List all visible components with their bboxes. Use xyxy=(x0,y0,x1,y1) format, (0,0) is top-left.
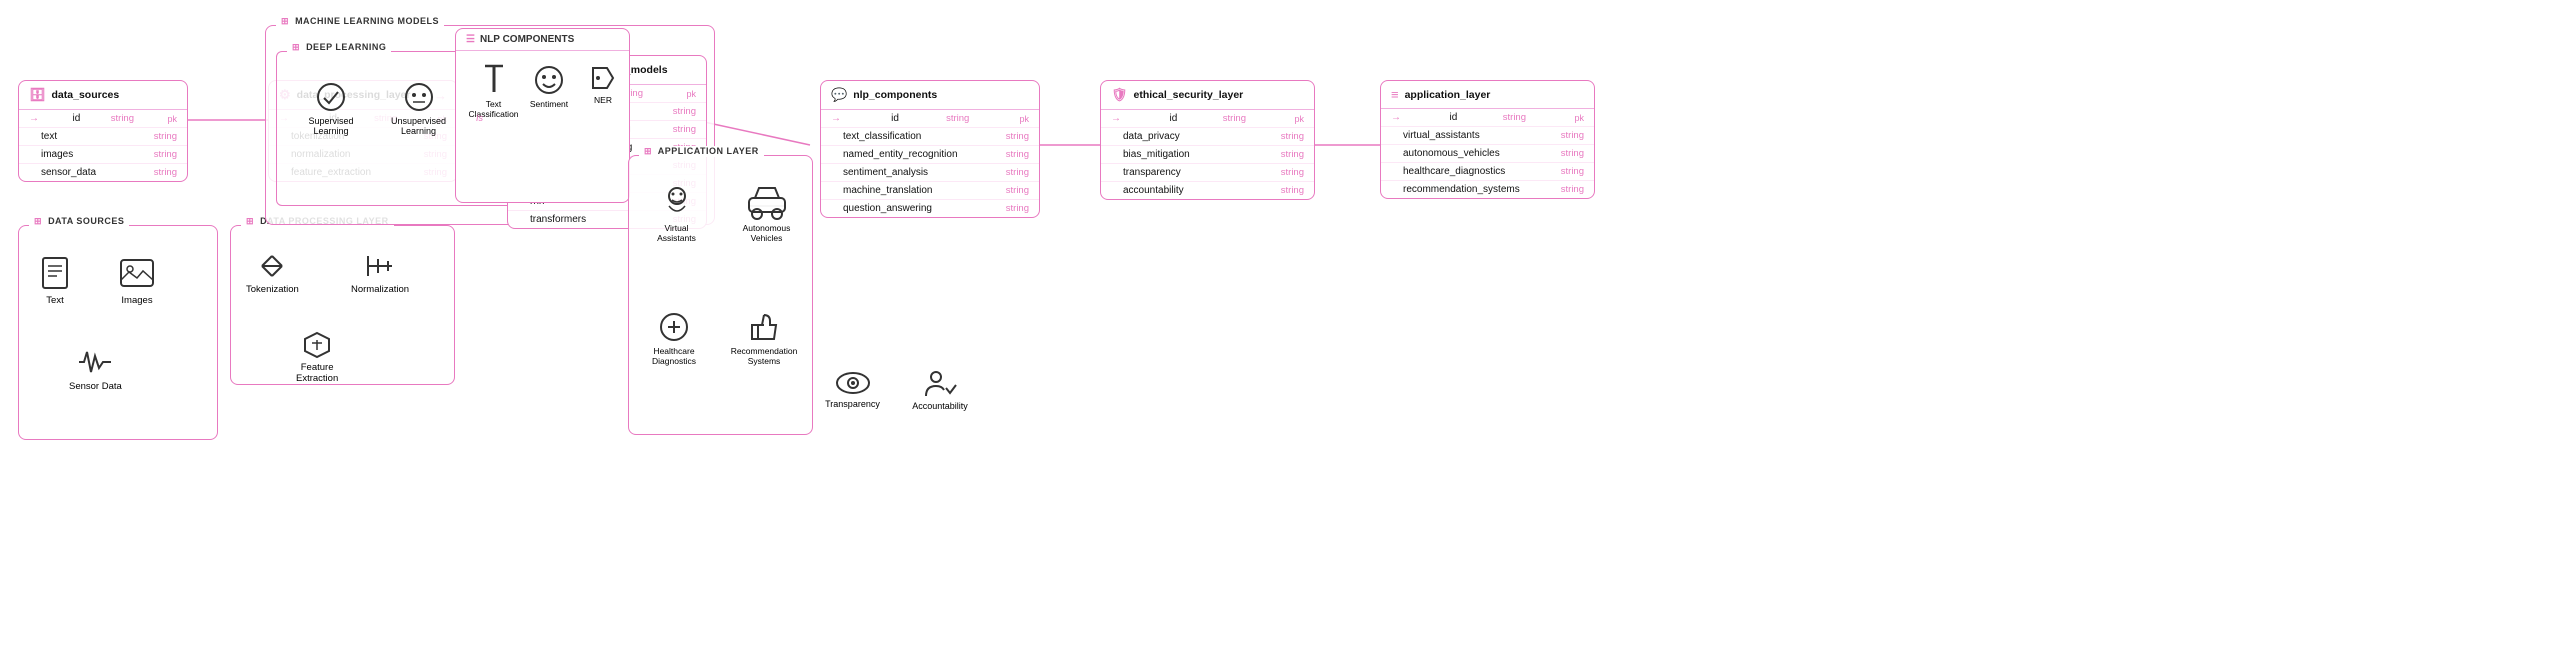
ner-label: NER xyxy=(594,95,612,105)
nlp-field-text-classification: text_classification string xyxy=(821,128,1039,146)
ml-models-group-label: ⊞ MACHINE LEARNING MODELS xyxy=(276,16,444,27)
ethical-field-data-privacy: data_privacy string xyxy=(1101,128,1314,146)
text-icon xyxy=(39,256,71,292)
field-sensor-data: sensor_data string xyxy=(19,164,187,181)
images-node: Images xyxy=(119,256,155,306)
nlp-header-icon: ☰ xyxy=(466,34,475,45)
text-label: Text xyxy=(46,295,63,306)
accountability-node: Accountability xyxy=(905,370,975,411)
recommendation-label: Recommendation Systems xyxy=(731,346,798,366)
text-classification-node: Text Classification xyxy=(466,64,521,119)
field-text: text string xyxy=(19,128,187,146)
normalization-icon xyxy=(363,251,397,281)
sentiment-label: Sentiment xyxy=(530,99,568,109)
datasources-db-card: 🗄 data_sources → id string pk text strin… xyxy=(18,80,188,182)
is-label: Is xyxy=(476,113,483,123)
text-classification-icon xyxy=(480,64,508,96)
tokenization-icon xyxy=(255,251,289,281)
healthcare-label: Healthcare Diagnostics xyxy=(652,346,696,366)
accountability-icon xyxy=(922,370,958,398)
feature-extraction-node: Feature Extraction xyxy=(296,331,338,384)
application-db-card: ≡ application_layer → id string pk virtu… xyxy=(1380,80,1595,199)
datasources-icon: 🗄 xyxy=(29,87,46,103)
data-processing-visual-group: ⊞ DATA PROCESSING LAYER Tokenization xyxy=(230,225,455,385)
data-sources-visual-group: ⊞ DATA SOURCES Text Images xyxy=(18,225,218,440)
application-layer-visual-label: ⊞ APPLICATION LAYER xyxy=(639,146,764,157)
images-label: Images xyxy=(121,295,152,306)
virtual-assistants-icon xyxy=(659,184,695,220)
tokenization-label: Tokenization xyxy=(246,284,299,295)
recommendation-icon xyxy=(748,311,780,343)
normalization-label: Normalization xyxy=(351,284,409,295)
text-node: Text xyxy=(39,256,71,306)
app-field-virtual-assistants: virtual_assistants string xyxy=(1381,127,1594,145)
app-field-healthcare: healthcare_diagnostics string xyxy=(1381,163,1594,181)
autonomous-vehicles-node: Autonomous Vehicles xyxy=(729,184,804,243)
sensor-icon xyxy=(77,346,113,378)
ethical-field-transparency: transparency string xyxy=(1101,164,1314,182)
field-images: images string xyxy=(19,146,187,164)
unsupervised-icon xyxy=(403,81,435,113)
transparency-label: Transparency xyxy=(825,399,880,409)
autonomous-vehicles-icon xyxy=(745,184,789,220)
nlp-field-qa: question_answering string xyxy=(821,200,1039,217)
nlp-field-translation: machine_translation string xyxy=(821,182,1039,200)
nlp-db-header: 💬 nlp_components xyxy=(821,81,1039,110)
normalization-node: Normalization xyxy=(351,251,409,295)
autonomous-vehicles-label: Autonomous Vehicles xyxy=(743,223,791,243)
application-header: ≡ application_layer xyxy=(1381,81,1594,109)
unsupervised-learning-node: Unsupervised Learning xyxy=(381,81,456,136)
sensor-data-node: Sensor Data xyxy=(69,346,122,392)
app-field-recommendation: recommendation_systems string xyxy=(1381,181,1594,198)
nlp-field-id: → id string pk xyxy=(821,110,1039,128)
ethical-header: 🛡 ethical_security_layer xyxy=(1101,81,1314,110)
nlp-db-card: 💬 nlp_components → id string pk text_cla… xyxy=(820,80,1040,218)
nlp-header: ☰ NLP COMPONENTS xyxy=(456,29,629,51)
supervised-icon xyxy=(315,81,347,113)
ethical-db-card: 🛡 ethical_security_layer → id string pk … xyxy=(1100,80,1315,200)
data-sources-group-label: ⊞ DATA SOURCES xyxy=(29,216,129,227)
healthcare-diagnostics-node: Healthcare Diagnostics xyxy=(639,311,709,366)
app-field-id: → id string pk xyxy=(1381,109,1594,127)
nlp-field-sentiment: sentiment_analysis string xyxy=(821,164,1039,182)
healthcare-icon xyxy=(658,311,690,343)
ner-node: NER xyxy=(582,64,624,105)
app-field-autonomous-vehicles: autonomous_vehicles string xyxy=(1381,145,1594,163)
supervised-label: Supervised Learning xyxy=(308,116,353,136)
supervised-learning-node: Supervised Learning xyxy=(296,81,366,136)
tokenization-node: Tokenization xyxy=(246,251,299,295)
datasources-header: 🗄 data_sources xyxy=(19,81,187,110)
nlp-field-ner: named_entity_recognition string xyxy=(821,146,1039,164)
images-icon xyxy=(119,256,155,292)
virtual-assistants-node: Virtual Assistants xyxy=(644,184,709,243)
sentiment-node: Sentiment xyxy=(524,64,574,109)
sentiment-icon xyxy=(533,64,565,96)
nlp-visual-bottom-nodes: Transparency Accountability xyxy=(820,370,975,411)
ethical-field-bias-mitigation: bias_mitigation string xyxy=(1101,146,1314,164)
feature-extraction-label: Feature Extraction xyxy=(296,362,338,384)
ner-icon xyxy=(589,64,617,92)
ethical-field-id: → id string pk xyxy=(1101,110,1314,128)
canvas: 🗄 data_sources → id string pk text strin… xyxy=(0,0,2552,647)
unsupervised-label: Unsupervised Learning xyxy=(391,116,446,136)
accountability-label: Accountability xyxy=(912,401,968,411)
virtual-assistants-label: Virtual Assistants xyxy=(657,223,696,243)
deep-learning-label: ⊞ DEEP LEARNING xyxy=(287,42,391,53)
sensor-data-label: Sensor Data xyxy=(69,381,122,392)
ethical-field-accountability: accountability string xyxy=(1101,182,1314,199)
field-id: → id string pk xyxy=(19,110,187,128)
recommendation-systems-node: Recommendation Systems xyxy=(724,311,804,366)
transparency-icon xyxy=(835,370,871,396)
application-layer-visual-group: ⊞ APPLICATION LAYER Virtual Assistants xyxy=(628,155,813,435)
transparency-node: Transparency xyxy=(820,370,885,411)
feature-extraction-icon xyxy=(303,331,331,359)
